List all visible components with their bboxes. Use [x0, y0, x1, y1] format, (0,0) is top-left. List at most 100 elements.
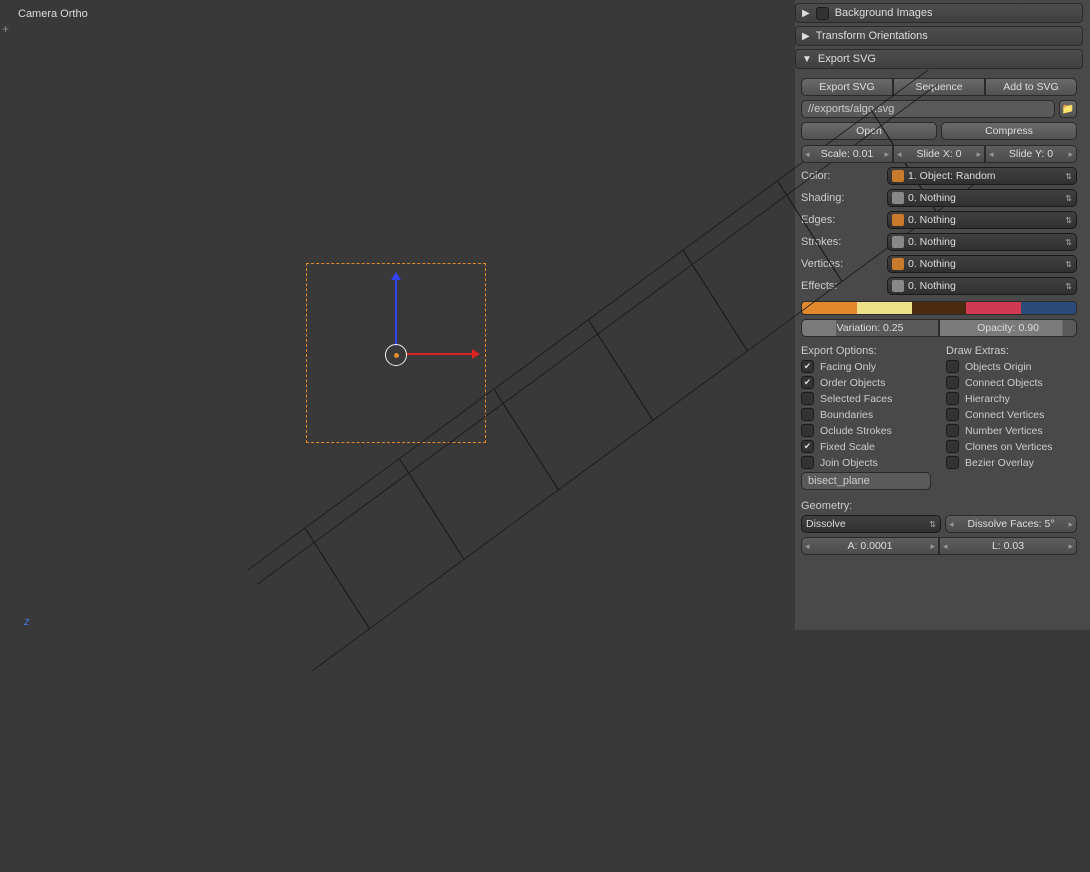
option-connect-vertices[interactable]: Connect Vertices	[946, 408, 1077, 421]
chevron-right-icon[interactable]: ▸	[930, 541, 935, 552]
panel-background-images[interactable]: ▶ Background Images	[795, 3, 1083, 23]
checkbox[interactable]	[801, 392, 814, 405]
checkbox[interactable]	[946, 424, 959, 437]
sequence-button[interactable]: Sequence	[893, 78, 985, 96]
chevron-right-icon[interactable]: ▸	[884, 149, 889, 160]
add-to-svg-button[interactable]: Add to SVG	[985, 78, 1077, 96]
export-path-input[interactable]: //exports/algo.svg	[801, 100, 1055, 118]
geometry-header: Geometry:	[801, 500, 1077, 512]
edges-label: Edges:	[801, 214, 881, 226]
open-button[interactable]: Open	[801, 122, 937, 140]
shading-label: Shading:	[801, 192, 881, 204]
option-label: Fixed Scale	[820, 441, 875, 453]
cube-icon	[892, 170, 904, 182]
slide-y-input[interactable]: ◂Slide Y: 0▸	[985, 145, 1077, 163]
properties-panel: ▶ Background Images ▶ Transform Orientat…	[795, 0, 1090, 630]
slide-x-input[interactable]: ◂Slide X: 0▸	[893, 145, 985, 163]
swatch-5[interactable]	[1021, 302, 1076, 314]
checkbox[interactable]	[946, 408, 959, 421]
chevron-right-icon[interactable]: ▸	[976, 149, 981, 160]
updown-icon: ⇅	[1065, 216, 1072, 225]
option-label: Selected Faces	[820, 393, 892, 405]
option-fixed-scale[interactable]: Fixed Scale	[801, 440, 932, 453]
export-options-header: Export Options:	[801, 345, 932, 357]
option-number-vertices[interactable]: Number Vertices	[946, 424, 1077, 437]
option-facing-only[interactable]: Facing Only	[801, 360, 932, 373]
variation-slider[interactable]: Variation: 0.25	[801, 319, 939, 337]
color-swatches[interactable]	[801, 301, 1077, 315]
dissolve-faces-input[interactable]: ◂Dissolve Faces: 5°▸	[945, 515, 1077, 533]
vertices-dropdown[interactable]: 0. Nothing⇅	[887, 255, 1077, 273]
option-selected-faces[interactable]: Selected Faces	[801, 392, 932, 405]
option-clones-on-vertices[interactable]: Clones on Vertices	[946, 440, 1077, 453]
checkbox[interactable]	[801, 424, 814, 437]
checkbox[interactable]	[801, 360, 814, 373]
bisect-plane-input[interactable]: bisect_plane	[801, 472, 931, 490]
checkbox[interactable]	[946, 360, 959, 373]
option-boundaries[interactable]: Boundaries	[801, 408, 932, 421]
option-label: Join Objects	[820, 457, 878, 469]
chevron-left-icon[interactable]: ◂	[897, 149, 902, 160]
option-label: Number Vertices	[965, 425, 1043, 437]
color-dropdown[interactable]: 1. Object: Random⇅	[887, 167, 1077, 185]
draw-extras-col: Draw Extras: Objects Origin Connect Objec…	[946, 345, 1077, 490]
draw-extras-header: Draw Extras:	[946, 345, 1077, 357]
chevron-right-icon[interactable]: ▸	[1068, 519, 1073, 530]
edges-dropdown[interactable]: 0. Nothing⇅	[887, 211, 1077, 229]
swatch-2[interactable]	[857, 302, 912, 314]
chevron-left-icon[interactable]: ◂	[805, 149, 810, 160]
panel-transform-orientations[interactable]: ▶ Transform Orientations	[795, 26, 1083, 46]
opacity-slider[interactable]: Opacity: 0.90	[939, 319, 1077, 337]
checkbox[interactable]	[946, 392, 959, 405]
chevron-left-icon[interactable]: ◂	[943, 541, 948, 552]
checkbox[interactable]	[946, 376, 959, 389]
option-join-objects[interactable]: Join Objects	[801, 456, 932, 469]
chevron-left-icon[interactable]: ◂	[805, 541, 810, 552]
option-hierarchy[interactable]: Hierarchy	[946, 392, 1077, 405]
effects-dropdown[interactable]: 0. Nothing⇅	[887, 277, 1077, 295]
checkbox[interactable]	[801, 456, 814, 469]
chevron-right-icon[interactable]: ▸	[1068, 541, 1073, 552]
option-label: Facing Only	[820, 361, 876, 373]
bg-images-checkbox[interactable]	[816, 7, 829, 20]
option-label: Objects Origin	[965, 361, 1032, 373]
viewport-3d[interactable]: Camera Ortho + z	[0, 0, 795, 630]
panel-export-svg-header[interactable]: ▼ Export SVG	[795, 49, 1083, 69]
option-label: Oclude Strokes	[820, 425, 892, 437]
option-connect-objects[interactable]: Connect Objects	[946, 376, 1077, 389]
chevron-right-icon: ▶	[802, 8, 810, 19]
swatch-3[interactable]	[912, 302, 967, 314]
viewport-expand-icon[interactable]: +	[2, 22, 9, 36]
cube-icon	[892, 192, 904, 204]
updown-icon: ⇅	[929, 520, 936, 529]
gizmo-origin[interactable]	[385, 344, 407, 366]
swatch-1[interactable]	[802, 302, 857, 314]
file-browser-button[interactable]: 📁	[1059, 100, 1077, 118]
checkbox[interactable]	[801, 440, 814, 453]
compress-button[interactable]: Compress	[941, 122, 1077, 140]
checkbox[interactable]	[946, 456, 959, 469]
shading-dropdown[interactable]: 0. Nothing⇅	[887, 189, 1077, 207]
chevron-left-icon[interactable]: ◂	[949, 519, 954, 530]
chevron-right-icon[interactable]: ▸	[1068, 149, 1073, 160]
dissolve-dropdown[interactable]: Dissolve⇅	[801, 515, 941, 533]
cube-icon	[892, 258, 904, 270]
checkbox[interactable]	[801, 408, 814, 421]
chevron-left-icon[interactable]: ◂	[989, 149, 994, 160]
option-label: Boundaries	[820, 409, 873, 421]
checkbox[interactable]	[946, 440, 959, 453]
option-objects-origin[interactable]: Objects Origin	[946, 360, 1077, 373]
option-oclude-strokes[interactable]: Oclude Strokes	[801, 424, 932, 437]
option-order-objects[interactable]: Order Objects	[801, 376, 932, 389]
color-label: Color:	[801, 170, 881, 182]
gizmo-x-axis[interactable]	[406, 353, 474, 355]
l-value-input[interactable]: ◂L: 0.03▸	[939, 537, 1077, 555]
checkbox[interactable]	[801, 376, 814, 389]
gizmo-y-axis[interactable]	[395, 278, 397, 346]
strokes-dropdown[interactable]: 0. Nothing⇅	[887, 233, 1077, 251]
export-svg-button[interactable]: Export SVG	[801, 78, 893, 96]
a-value-input[interactable]: ◂A: 0.0001▸	[801, 537, 939, 555]
scale-input[interactable]: ◂Scale: 0.01▸	[801, 145, 893, 163]
swatch-4[interactable]	[966, 302, 1021, 314]
option-bezier-overlay[interactable]: Bezier Overlay	[946, 456, 1077, 469]
